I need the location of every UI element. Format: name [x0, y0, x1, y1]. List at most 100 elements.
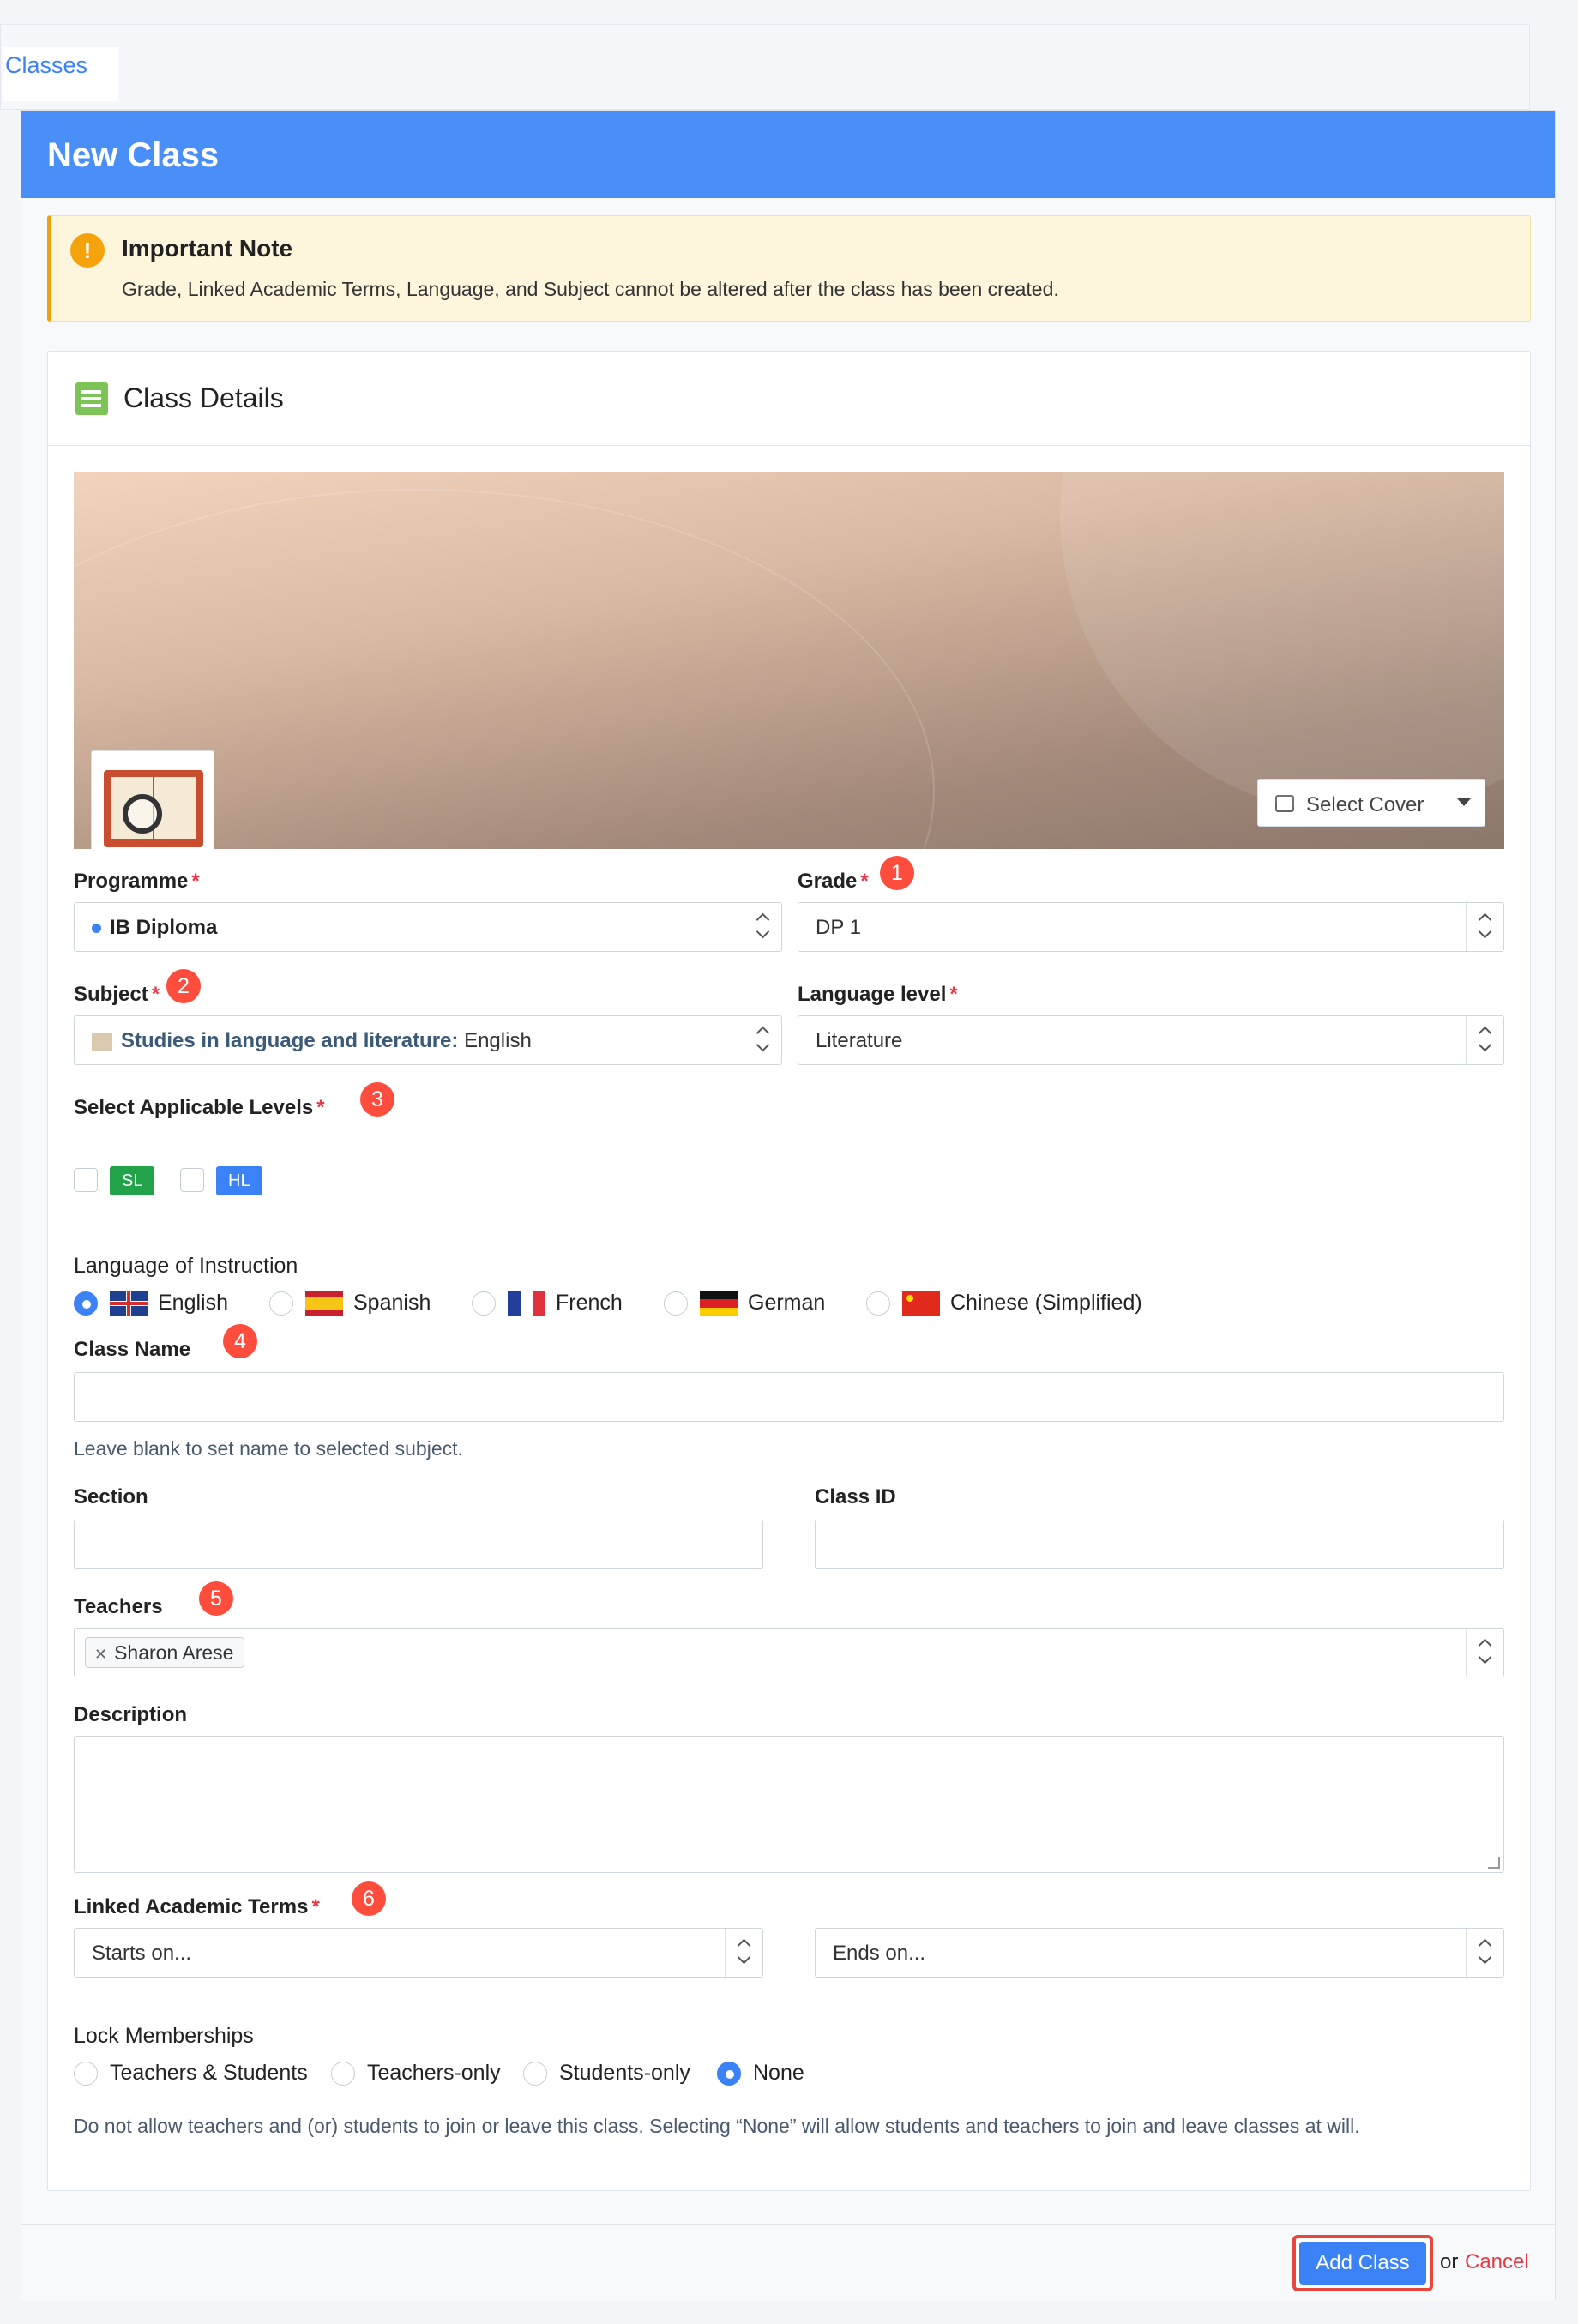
card-title: Class Details — [123, 382, 284, 413]
language-level-spinner-icon — [1466, 1016, 1503, 1064]
hl-tag: HL — [216, 1166, 262, 1195]
class-cover-image: Select Cover — [74, 472, 1504, 849]
hl-checkbox[interactable] — [180, 1168, 204, 1192]
card-header: Class Details — [48, 352, 1530, 446]
subject-spinner-icon — [744, 1016, 781, 1064]
programme-select[interactable]: IB Diploma — [74, 902, 782, 952]
term-start-select[interactable]: Starts on... — [74, 1928, 763, 1978]
select-cover-label: Select Cover — [1306, 793, 1424, 816]
term-end-select[interactable]: Ends on... — [815, 1928, 1504, 1978]
sl-tag: SL — [110, 1166, 155, 1195]
china-flag-icon — [902, 1291, 940, 1316]
term-start-spinner-icon — [725, 1929, 762, 1977]
levels-label: Select Applicable Levels * — [74, 1096, 325, 1119]
subject-label: Subject * — [74, 983, 160, 1006]
form-footer: Add Class or Cancel — [21, 2224, 1555, 2301]
lock-option-teachers-only: Teachers-only — [367, 2061, 501, 2085]
spain-flag-icon — [305, 1291, 343, 1316]
lock-option-students-only: Students-only — [559, 2061, 690, 2085]
instruction-radio-chinese[interactable] — [866, 1291, 890, 1316]
instruction-radio-spanish[interactable] — [269, 1291, 293, 1316]
page-title: New Class — [47, 136, 220, 174]
language-level-select[interactable]: Literature — [798, 1015, 1504, 1065]
image-icon — [1275, 795, 1294, 812]
teachers-spinner-icon — [1466, 1629, 1503, 1677]
instruction-radio-english[interactable] — [74, 1291, 98, 1316]
lock-radio-none[interactable] — [717, 2062, 741, 2086]
lock-option-teachers-students: Teachers & Students — [110, 2061, 308, 2085]
programme-dot-icon — [92, 924, 101, 934]
programme-spinner-icon — [744, 903, 781, 951]
remove-chip-icon[interactable]: ✕ — [94, 1646, 107, 1663]
lock-option-none: None — [753, 2061, 804, 2085]
class-name-help: Leave blank to set name to selected subj… — [74, 1437, 463, 1460]
breadcrumb-classes-link[interactable]: Classes — [3, 47, 119, 101]
grade-value: DP 1 — [816, 916, 861, 939]
term-end-placeholder: Ends on... — [833, 1942, 926, 1965]
subject-book-icon — [92, 1033, 112, 1051]
section-label: Section — [74, 1485, 148, 1508]
step-badge-2: 2 — [166, 969, 201, 1003]
select-cover-button[interactable]: Select Cover — [1257, 779, 1485, 827]
terms-label: Linked Academic Terms * — [74, 1895, 320, 1918]
germany-flag-icon — [700, 1291, 738, 1316]
grade-select[interactable]: DP 1 — [798, 902, 1504, 952]
grade-spinner-icon — [1466, 903, 1503, 951]
class-name-input[interactable] — [74, 1372, 1504, 1422]
language-level-label: Language level * — [798, 983, 958, 1006]
teachers-select[interactable]: ✕ Sharon Arese — [74, 1628, 1504, 1677]
lock-radio-teachers-only[interactable] — [331, 2062, 355, 2086]
description-textarea[interactable] — [74, 1736, 1504, 1873]
add-class-button[interactable]: Add Class — [1292, 2235, 1433, 2291]
step-badge-5: 5 — [199, 1581, 233, 1616]
subject-select[interactable]: Studies in language and literature: Engl… — [74, 1015, 782, 1065]
class-thumbnail[interactable] — [91, 750, 214, 849]
instruction-radio-french[interactable] — [472, 1291, 496, 1316]
cancel-link[interactable]: Cancel — [1465, 2250, 1529, 2274]
step-badge-1: 1 — [880, 856, 914, 890]
teachers-label: Teachers — [74, 1595, 163, 1618]
resize-handle-icon[interactable] — [1488, 1857, 1500, 1869]
or-text: or — [1440, 2250, 1459, 2273]
step-badge-4: 4 — [223, 1324, 257, 1358]
class-id-label: Class ID — [815, 1485, 896, 1508]
class-details-card: Class Details Select Cover Programme * IB… — [47, 351, 1531, 2191]
subject-group: Studies in language and literature: — [121, 1029, 459, 1052]
teacher-chip-label: Sharon Arese — [114, 1641, 234, 1664]
instruction-option-german: German — [748, 1291, 826, 1315]
sl-checkbox[interactable] — [74, 1168, 98, 1192]
top-bar: Classes — [0, 24, 1530, 110]
term-end-spinner-icon — [1466, 1929, 1503, 1977]
uk-flag-icon — [110, 1291, 148, 1316]
lock-radio-students-only[interactable] — [523, 2062, 547, 2086]
teacher-chip[interactable]: ✕ Sharon Arese — [85, 1637, 245, 1668]
term-start-placeholder: Starts on... — [92, 1942, 192, 1965]
programme-label: Programme * — [74, 870, 200, 893]
lock-help: Do not allow teachers and (or) students … — [74, 2115, 1360, 2137]
language-level-value: Literature — [816, 1029, 903, 1052]
class-id-input[interactable] — [815, 1520, 1504, 1569]
window-header: New Class — [21, 111, 1555, 198]
step-badge-3: 3 — [360, 1082, 394, 1117]
step-badge-6: 6 — [352, 1881, 386, 1916]
important-note: ! Important Note Grade, Linked Academic … — [47, 215, 1531, 322]
lock-radio-teachers-students[interactable] — [74, 2062, 98, 2086]
france-flag-icon — [508, 1291, 545, 1316]
exclamation-icon: ! — [70, 233, 105, 268]
instruction-label: Language of Instruction — [74, 1254, 298, 1278]
note-title: Important Note — [122, 235, 293, 262]
instruction-radio-german[interactable] — [664, 1291, 688, 1316]
lock-label: Lock Memberships — [74, 2024, 254, 2048]
subject-value: English — [464, 1029, 532, 1052]
grade-label: Grade * — [798, 870, 869, 893]
instruction-option-english: English — [158, 1291, 228, 1315]
description-label: Description — [74, 1703, 188, 1726]
instruction-option-french: French — [556, 1291, 623, 1315]
instruction-option-spanish: Spanish — [353, 1291, 431, 1315]
instruction-option-chinese: Chinese (Simplified) — [950, 1291, 1142, 1315]
section-input[interactable] — [74, 1520, 763, 1569]
magnifier-icon — [123, 794, 162, 834]
notepad-icon — [75, 382, 108, 415]
caret-down-icon — [1457, 798, 1471, 806]
programme-value: IB Diploma — [110, 916, 218, 939]
